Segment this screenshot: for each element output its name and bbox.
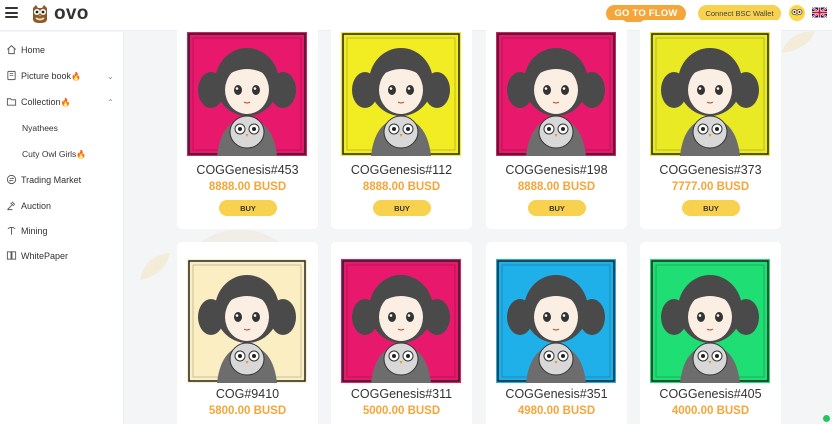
owl-avatar-icon[interactable] xyxy=(789,5,805,21)
sidebar-item-home[interactable]: Home xyxy=(0,39,124,61)
buy-button[interactable]: BUY xyxy=(219,200,277,216)
uk-flag-icon[interactable] xyxy=(812,7,827,18)
nft-card[interactable]: COGGenesis#453 8888.00 BUSD BUY xyxy=(177,20,318,229)
sidebar-item-label: Auction xyxy=(21,201,52,211)
buy-button[interactable]: BUY xyxy=(373,200,431,216)
nft-name: COGGenesis#198 xyxy=(505,163,608,177)
nft-price: 8888.00 BUSD xyxy=(517,181,596,193)
trading-icon xyxy=(6,174,17,185)
sidebar-item-trading-market[interactable]: Trading Market xyxy=(0,169,124,191)
nft-name: COG#9410 xyxy=(215,387,280,401)
nft-artwork xyxy=(341,32,461,156)
buy-button[interactable]: BUY xyxy=(528,200,586,216)
sidebar-item-label: Home xyxy=(21,45,46,55)
sidebar-item-collection[interactable]: Collection🔥 ⌃ xyxy=(0,91,124,113)
nft-name: COGGenesis#311 xyxy=(350,387,453,401)
sidebar-subitem-nyathees[interactable]: Nyathees xyxy=(0,119,124,137)
nft-artwork xyxy=(650,259,770,383)
nft-name: COGGenesis#405 xyxy=(659,387,762,401)
nft-price: 4980.00 BUSD xyxy=(517,405,596,417)
nft-artwork xyxy=(650,32,770,156)
leaf-decoration xyxy=(140,253,170,280)
collection-icon xyxy=(6,98,17,106)
book-icon xyxy=(7,70,16,81)
nft-name: COGGenesis#351 xyxy=(505,387,608,401)
nft-card[interactable]: COGGenesis#405 4000.00 BUSD xyxy=(640,242,781,424)
nft-name: COGGenesis#112 xyxy=(350,163,453,177)
nft-price: 7777.00 BUSD xyxy=(671,181,750,193)
chevron-down-icon: ⌄ xyxy=(107,71,114,81)
nft-card[interactable]: COGGenesis#373 7777.00 BUSD BUY xyxy=(640,20,781,229)
nft-card[interactable]: COG#9410 5800.00 BUSD xyxy=(177,242,318,424)
sidebar-item-label: Picture book xyxy=(21,71,72,81)
sidebar-item-mining[interactable]: Mining xyxy=(0,220,124,242)
nft-card[interactable]: COGGenesis#112 8888.00 BUSD BUY xyxy=(331,20,472,229)
nft-price: 8888.00 BUSD xyxy=(362,181,441,193)
nft-name: COGGenesis#453 xyxy=(196,163,299,177)
logo[interactable]: ovo xyxy=(30,3,89,25)
help-chat-icon[interactable] xyxy=(823,415,830,422)
buy-button[interactable]: BUY xyxy=(682,200,740,216)
fire-icon: 🔥 xyxy=(60,98,71,107)
fire-icon: 🔥 xyxy=(71,72,81,81)
nft-price: 8888.00 BUSD xyxy=(208,181,287,193)
nft-artwork xyxy=(187,259,307,383)
nft-price: 4000.00 BUSD xyxy=(671,405,750,417)
sidebar-item-label: Collection xyxy=(21,97,61,107)
nft-card[interactable]: COGGenesis#311 5000.00 BUSD xyxy=(331,242,472,424)
owl-logo-icon xyxy=(33,5,47,23)
whitepaper-icon xyxy=(6,251,17,260)
fire-icon: 🔥 xyxy=(76,150,87,159)
menu-icon[interactable] xyxy=(5,7,18,18)
mining-icon xyxy=(7,226,16,235)
sidebar-item-picture-book[interactable]: Picture book🔥 ⌄ xyxy=(0,65,124,87)
nft-artwork xyxy=(341,259,461,383)
sidebar: Home Picture book🔥 ⌄ Collection🔥 ⌃ Nyath… xyxy=(0,32,124,424)
sidebar-item-label: Trading Market xyxy=(21,175,82,185)
leaf-decoration xyxy=(781,31,815,53)
nft-card[interactable]: COGGenesis#351 4980.00 BUSD xyxy=(486,242,627,424)
nft-price: 5800.00 BUSD xyxy=(208,405,287,417)
nft-price: 5000.00 BUSD xyxy=(362,405,441,417)
sidebar-item-auction[interactable]: Auction xyxy=(0,195,124,217)
home-icon xyxy=(7,45,16,55)
chevron-up-icon: ⌃ xyxy=(107,97,114,107)
sidebar-subitem-cuty-owl-girls[interactable]: Cuty Owl Girls🔥 xyxy=(0,145,124,163)
nft-artwork xyxy=(187,32,307,156)
nft-name: COGGenesis#373 xyxy=(659,163,762,177)
nft-card[interactable]: COGGenesis#198 8888.00 BUSD BUY xyxy=(486,20,627,229)
logo-text: ovo xyxy=(54,3,89,24)
sidebar-item-label: WhitePaper xyxy=(21,251,69,261)
nft-artwork xyxy=(496,32,616,156)
sidebar-item-label: Mining xyxy=(21,226,48,236)
nft-artwork xyxy=(496,259,616,383)
sidebar-item-whitepaper[interactable]: WhitePaper xyxy=(0,245,124,267)
auction-icon xyxy=(7,201,16,211)
